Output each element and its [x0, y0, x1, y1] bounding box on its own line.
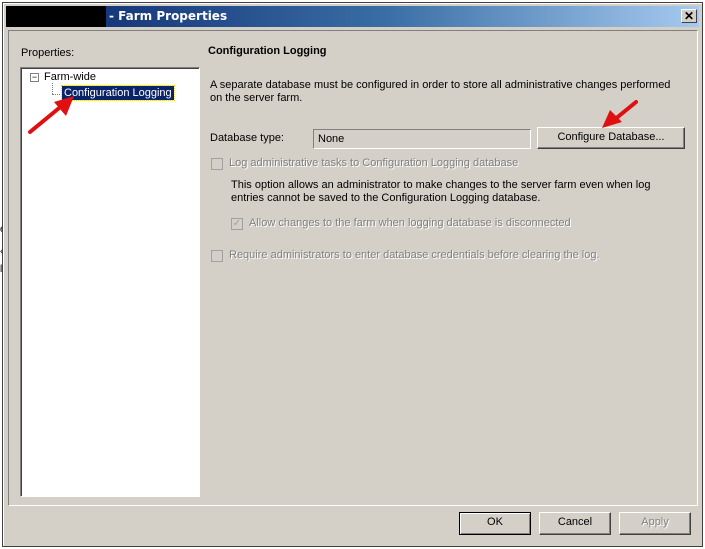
- section-title: Configuration Logging: [208, 45, 327, 57]
- annotation-arrow-icon: [28, 96, 74, 134]
- option-description: This option allows an administrator to m…: [231, 179, 651, 204]
- close-button[interactable]: ✕: [681, 9, 697, 23]
- redacted-title-block: [6, 6, 106, 27]
- window-title: - Farm Properties: [109, 9, 228, 23]
- allow-changes-checkbox[interactable]: ✓: [231, 218, 243, 230]
- ok-button[interactable]: OK: [459, 512, 531, 535]
- checkmark-icon: ✓: [232, 218, 242, 229]
- database-type-field: None: [313, 129, 531, 149]
- apply-button[interactable]: Apply: [619, 512, 691, 535]
- properties-label: Properties:: [21, 47, 75, 59]
- database-type-label: Database type:: [210, 132, 284, 144]
- close-icon: ✕: [683, 9, 695, 23]
- log-tasks-label: Log administrative tasks to Configuratio…: [229, 157, 519, 169]
- apply-label: Apply: [641, 516, 669, 528]
- collapse-icon[interactable]: −: [30, 73, 39, 82]
- annotation-arrow-icon: [602, 100, 638, 128]
- log-tasks-checkbox[interactable]: [211, 158, 223, 170]
- require-credentials-checkbox[interactable]: [211, 250, 223, 262]
- cancel-button[interactable]: Cancel: [539, 512, 611, 535]
- dialog-content: Properties: − Farm-wide Configuration Lo…: [8, 30, 698, 506]
- allow-changes-label: Allow changes to the farm when logging d…: [249, 217, 571, 229]
- title-bar[interactable]: - Farm Properties ✕: [6, 6, 699, 27]
- tree-connector: [52, 83, 53, 94]
- farm-properties-dialog: - Farm Properties ✕ Properties: − Farm-w…: [2, 2, 703, 547]
- require-credentials-label: Require administrators to enter database…: [229, 249, 600, 261]
- tree-item-farm-wide[interactable]: Farm-wide: [44, 71, 96, 83]
